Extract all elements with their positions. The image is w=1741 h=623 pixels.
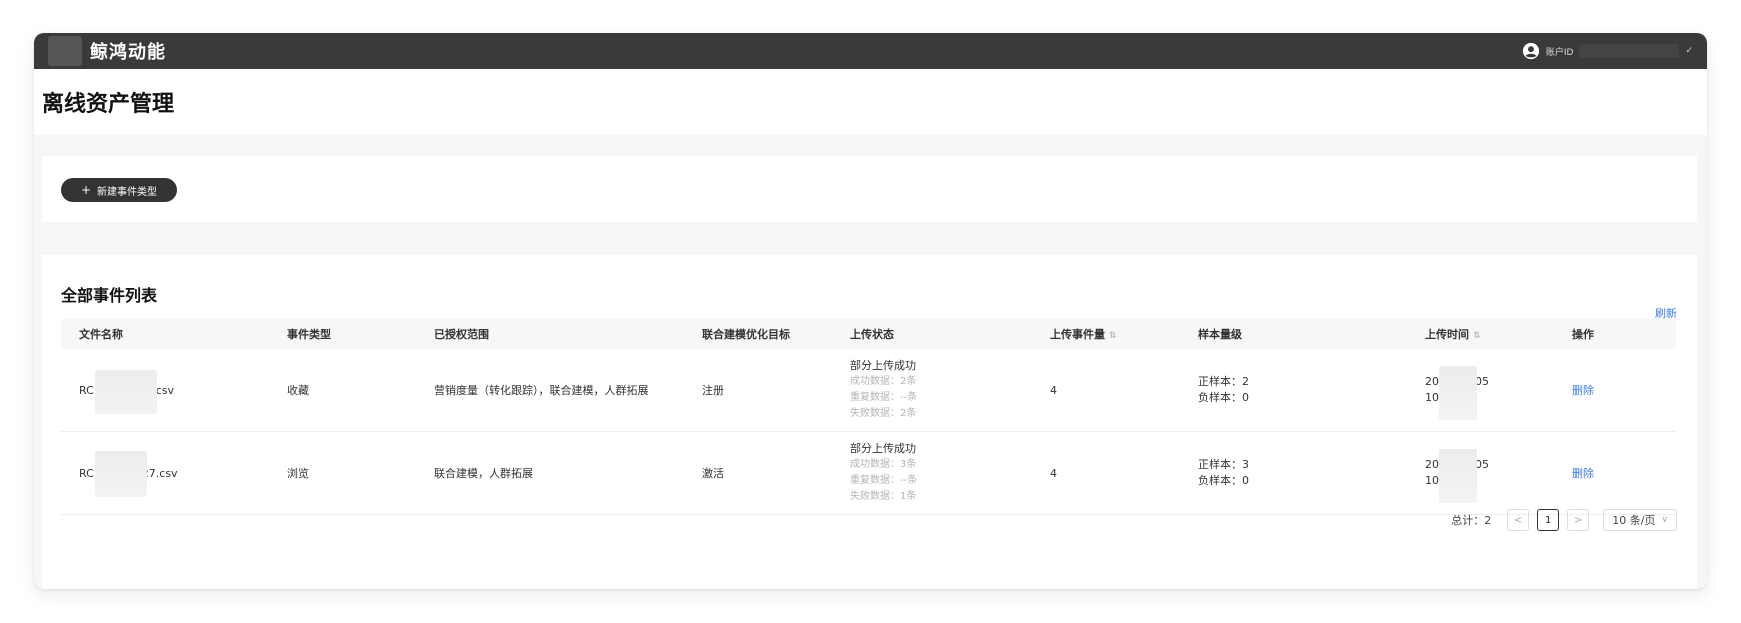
redaction [95, 450, 147, 497]
status-failed: 失败数据：2条 [850, 408, 917, 419]
status-duplicate: 重复数据：--条 [850, 475, 918, 486]
file-name-prefix: RC [79, 383, 94, 397]
file-name-suffix: 27.csv [141, 466, 178, 480]
time-part: 05 [1475, 458, 1489, 471]
redaction [95, 369, 157, 414]
status-failed: 失败数据：1条 [850, 491, 917, 502]
chevron-down-icon[interactable]: ✓ [1685, 46, 1693, 56]
sort-icon[interactable]: ⇅ [1473, 331, 1481, 341]
col-header-sample: 样本量级 [1198, 328, 1242, 341]
page-title: 离线资产管理 [42, 92, 175, 117]
cell-action: 删除 [1572, 382, 1676, 398]
sort-icon[interactable]: ⇅ [1109, 331, 1117, 341]
pagination: 总计：2 < 1 > 10 条/页 ∨ [1451, 509, 1677, 531]
col-header-time[interactable]: 上传时间 ⇅ [1425, 326, 1572, 342]
page-size-select[interactable]: 10 条/页 ∨ [1603, 509, 1677, 531]
cell-event-type: 浏览 [287, 467, 309, 480]
cell-scope: 营销度量（转化跟踪），联合建模，人群拓展 [434, 384, 649, 397]
page-1-button[interactable]: 1 [1537, 509, 1560, 531]
col-header-scope: 已授权范围 [434, 328, 489, 341]
prev-page-button[interactable]: < [1507, 509, 1530, 531]
page-header: 离线资产管理 [34, 69, 1707, 135]
status-text: 部分上传成功 [850, 442, 916, 455]
cell-time: 20 05 10 [1425, 366, 1572, 420]
cell-scope: 联合建模，人群拓展 [434, 467, 533, 480]
next-page-button[interactable]: > [1567, 509, 1590, 531]
table-header: 文件名称 事件类型 已授权范围 联合建模优化目标 上传状态 上传事件量 ⇅ 样本量… [61, 319, 1676, 349]
col-header-count[interactable]: 上传事件量 ⇅ [1050, 326, 1198, 342]
user-id-value [1579, 44, 1680, 58]
user-icon [1522, 42, 1539, 60]
time-part: 05 [1475, 375, 1489, 388]
time-part: 20 [1425, 458, 1439, 471]
cell-file-name: RC 27.csv [61, 450, 287, 497]
cell-time: 20 05 10 [1425, 449, 1572, 503]
delete-link[interactable]: 删除 [1572, 467, 1594, 480]
event-table: 文件名称 事件类型 已授权范围 联合建模优化目标 上传状态 上传事件量 ⇅ 样本量… [61, 319, 1676, 515]
chevron-down-icon: ∨ [1661, 515, 1668, 525]
file-name-prefix: RC [79, 466, 94, 480]
cell-sample: 正样本：3 负样本：0 [1198, 457, 1425, 489]
cell-count: 4 [1050, 466, 1057, 480]
user-menu[interactable]: 账户ID ✓ [1522, 42, 1693, 60]
sample-positive: 正样本：3 [1198, 458, 1249, 471]
new-event-type-button[interactable]: + 新建事件类型 [61, 178, 177, 202]
sample-negative: 负样本：0 [1198, 391, 1249, 404]
col-header-count-label: 上传事件量 [1050, 328, 1105, 341]
file-name-suffix: csv [155, 383, 175, 397]
status-duplicate: 重复数据：--条 [850, 392, 918, 403]
pagination-total: 总计：2 [1451, 514, 1492, 527]
sample-positive: 正样本：2 [1198, 375, 1249, 388]
time-part: 20 [1425, 375, 1439, 388]
col-header-event-type: 事件类型 [287, 328, 331, 341]
redaction [1439, 449, 1477, 503]
table-row: RC csv 收藏 营销度量（转化跟踪），联合建模，人群拓展 注册 部分上传成功 … [61, 349, 1676, 432]
time-part: 10 [1425, 474, 1439, 487]
cell-action: 删除 [1572, 465, 1676, 481]
col-header-file-name: 文件名称 [79, 328, 123, 341]
status-success: 成功数据：3条 [850, 459, 917, 470]
page-size-value: 10 条/页 [1612, 514, 1656, 527]
list-title: 全部事件列表 [61, 286, 158, 305]
cell-target: 激活 [702, 467, 724, 480]
cell-file-name: RC csv [61, 369, 287, 414]
action-card: + 新建事件类型 [42, 156, 1697, 222]
sample-negative: 负样本：0 [1198, 474, 1249, 487]
cell-target: 注册 [702, 384, 724, 397]
cell-event-type: 收藏 [287, 384, 309, 397]
status-success: 成功数据：2条 [850, 376, 917, 387]
delete-link[interactable]: 删除 [1572, 384, 1594, 397]
time-part: 10 [1425, 391, 1439, 404]
col-header-action: 操作 [1572, 328, 1594, 341]
col-header-target: 联合建模优化目标 [702, 328, 790, 341]
user-id-label: 账户ID [1545, 47, 1574, 58]
redaction [1439, 366, 1477, 420]
table-row: RC 27.csv 浏览 联合建模，人群拓展 激活 部分上传成功 成功数据：3条 … [61, 432, 1676, 515]
col-header-status: 上传状态 [850, 328, 894, 341]
status-text: 部分上传成功 [850, 359, 916, 372]
brand-name: 鲸鸿动能 [90, 42, 166, 63]
cell-status: 部分上传成功 成功数据：3条 重复数据：--条 失败数据：1条 [850, 441, 1050, 505]
col-header-time-label: 上传时间 [1425, 328, 1469, 341]
top-navbar: 鲸鸿动能 账户ID ✓ [34, 33, 1707, 69]
plus-icon: + [80, 183, 92, 197]
new-event-type-label: 新建事件类型 [97, 186, 158, 198]
event-list-card: 全部事件列表 刷新 文件名称 事件类型 已授权范围 联合建模优化目标 上传状态 … [42, 255, 1697, 589]
cell-sample: 正样本：2 负样本：0 [1198, 374, 1425, 406]
app-window: 鲸鸿动能 账户ID ✓ 离线资产管理 + 新建事件类型 全部事件列表 刷新 文件… [34, 33, 1707, 589]
cell-count: 4 [1050, 383, 1057, 397]
logo [48, 36, 82, 66]
cell-status: 部分上传成功 成功数据：2条 重复数据：--条 失败数据：2条 [850, 358, 1050, 422]
